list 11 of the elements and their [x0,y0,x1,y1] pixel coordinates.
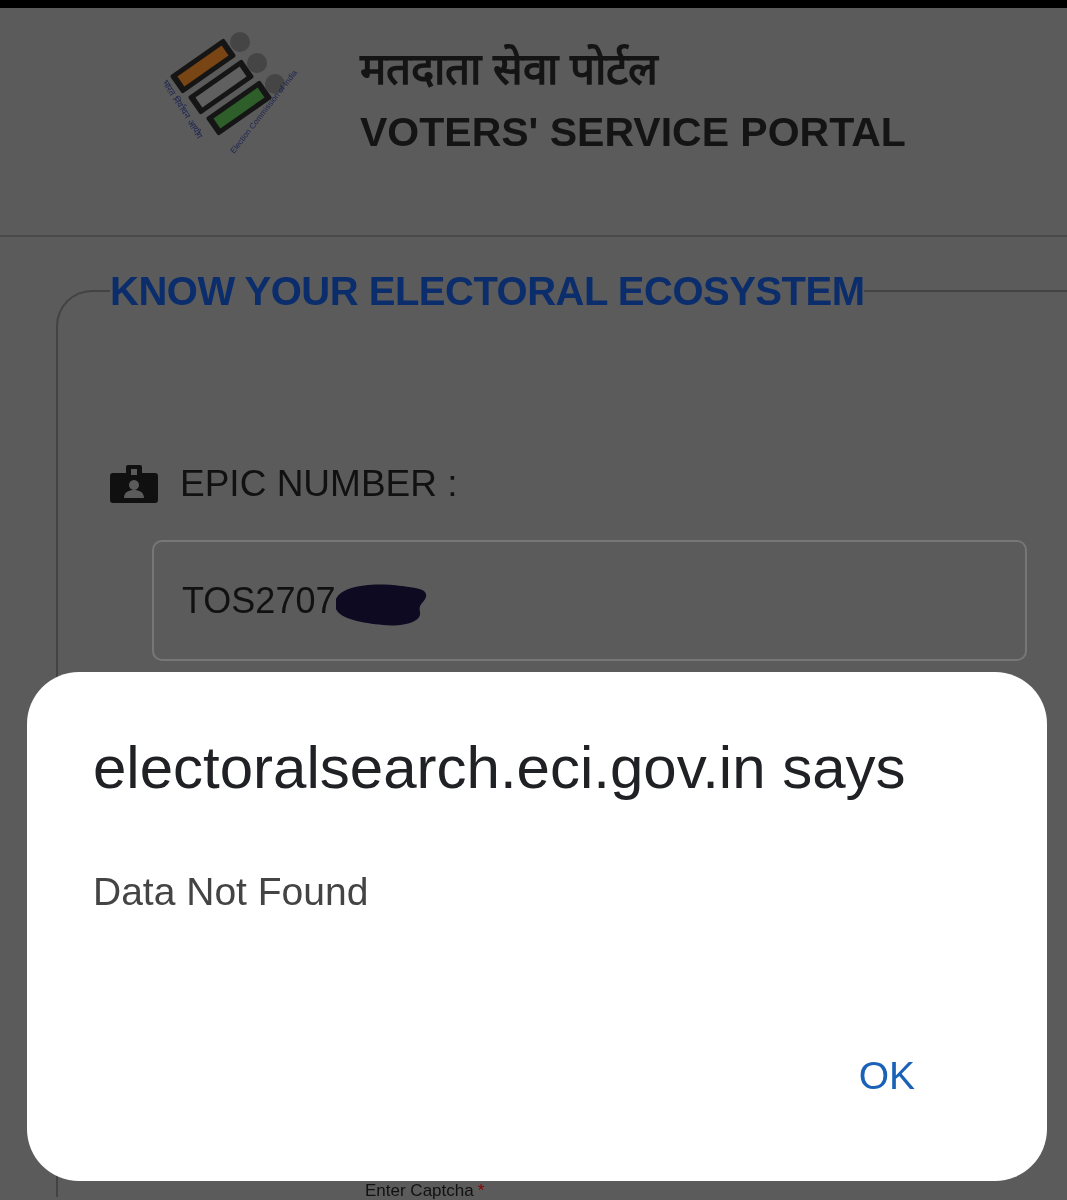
epic-number-label: EPIC NUMBER : [180,462,458,506]
required-mark: * [477,1182,485,1200]
epic-number-value: TOS2707 [182,578,336,623]
dialog-ok-button[interactable]: OK [844,1047,929,1105]
id-badge-icon [110,465,158,503]
form-panel-heading: KNOW YOUR ELECTORAL ECOSYSTEM [110,268,865,314]
dialog-title: electoralsearch.eci.gov.in says [93,733,906,803]
portal-title: VOTERS' SERVICE PORTAL [360,108,906,156]
portal-title-hindi: मतदाता सेवा पोर्टल [360,43,659,95]
dialog-message: Data Not Found [93,869,369,915]
captcha-label: Enter Captcha [365,1182,474,1200]
